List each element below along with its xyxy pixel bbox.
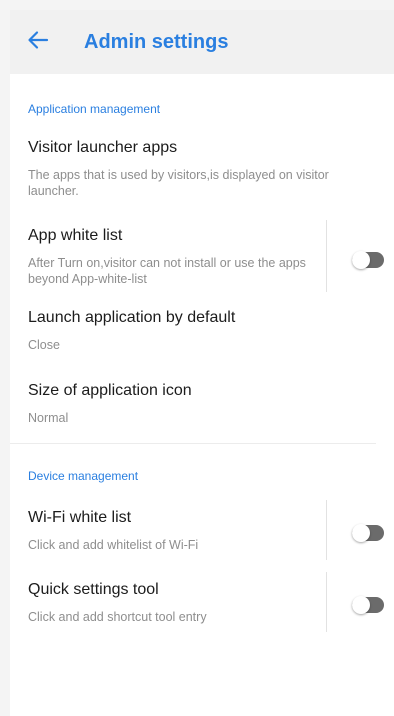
vertical-divider	[326, 220, 327, 292]
wifi-white-list-toggle[interactable]	[352, 524, 384, 542]
setting-wifi-white-list[interactable]: Wi-Fi white list Click and add whitelist…	[10, 500, 394, 560]
quick-settings-tool-toggle[interactable]	[352, 596, 384, 614]
section-divider	[10, 443, 376, 444]
section-header-device-management: Device management	[28, 469, 139, 483]
setting-description: After Turn on,visitor can not install or…	[28, 256, 306, 286]
setting-title: App white list	[28, 227, 123, 244]
toggle-knob	[352, 596, 370, 614]
setting-description: The apps that is used by visitors,is dis…	[28, 168, 329, 198]
setting-title: Wi-Fi white list	[28, 509, 132, 526]
section-header-application-management: Application management	[28, 102, 161, 116]
setting-text: App white list After Turn on,visitor can…	[28, 226, 318, 287]
setting-text: Wi-Fi white list Click and add whitelist…	[28, 508, 318, 553]
vertical-divider	[326, 572, 327, 632]
arrow-left-icon	[26, 28, 50, 57]
setting-title: Visitor launcher apps	[28, 139, 178, 156]
vertical-divider	[326, 500, 327, 560]
setting-title: Launch application by default	[28, 309, 236, 326]
setting-quick-settings-tool[interactable]: Quick settings tool Click and add shortc…	[10, 572, 394, 632]
app-white-list-toggle[interactable]	[352, 251, 384, 269]
setting-title: Size of application icon	[28, 382, 192, 399]
toggle-knob	[352, 251, 370, 269]
setting-description: Click and add shortcut tool entry	[28, 610, 207, 624]
setting-launch-application-by-default[interactable]: Launch application by default Close	[10, 308, 394, 360]
setting-value: Normal	[28, 411, 69, 425]
setting-description: Click and add whitelist of Wi-Fi	[28, 538, 199, 552]
setting-title: Quick settings tool	[28, 581, 159, 598]
setting-app-white-list[interactable]: App white list After Turn on,visitor can…	[10, 220, 394, 300]
toggle-knob	[352, 524, 370, 542]
admin-settings-screen: Admin settings Application management Vi…	[10, 10, 394, 716]
page-title: Admin settings	[84, 30, 229, 53]
app-bar: Admin settings	[10, 10, 394, 74]
setting-value: Close	[28, 338, 60, 352]
setting-visitor-launcher-apps[interactable]: Visitor launcher apps The apps that is u…	[10, 138, 394, 206]
setting-text: Quick settings tool Click and add shortc…	[28, 580, 318, 625]
back-button[interactable]	[18, 22, 58, 62]
setting-size-of-application-icon[interactable]: Size of application icon Normal	[10, 381, 394, 433]
